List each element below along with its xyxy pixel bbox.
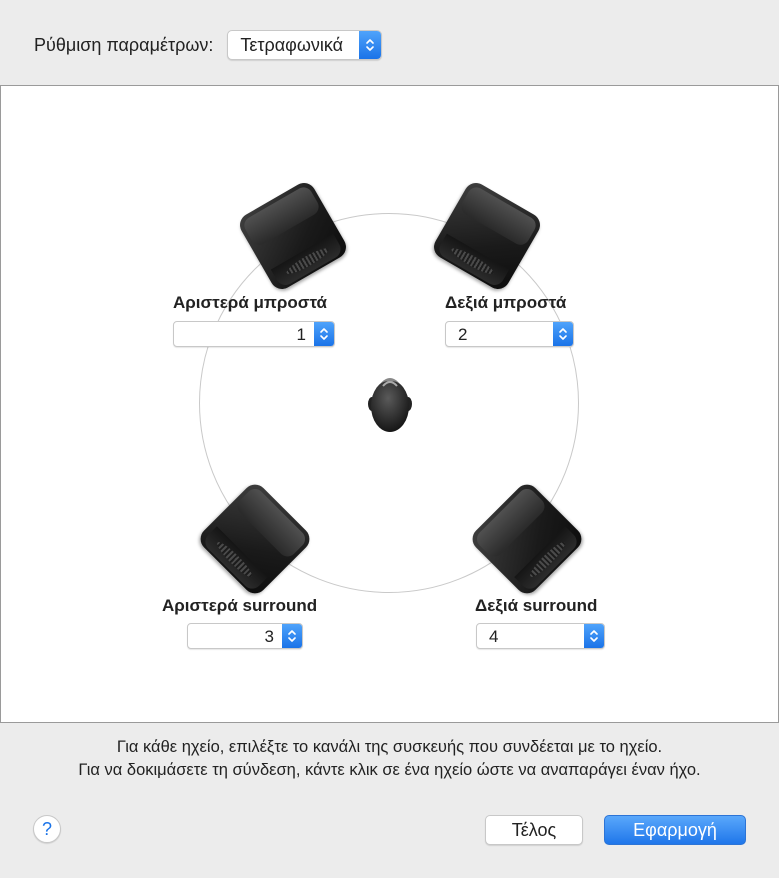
front-left-label: Αριστερά μπροστά <box>173 293 328 312</box>
updown-chevron-icon <box>282 624 302 648</box>
apply-button[interactable]: Εφαρμογή <box>604 815 746 845</box>
surround-right-channel-value: 4 <box>489 627 499 646</box>
listener-head-icon <box>367 374 413 439</box>
front-left-channel-value: 1 <box>296 325 306 344</box>
updown-chevron-icon <box>584 624 604 648</box>
done-button[interactable]: Τέλος <box>485 815 583 845</box>
surround-left-channel-select[interactable]: 3 <box>187 623 303 649</box>
speaker-layout-panel: Αριστερά μπροστά 1 Δεξιά μπροστά 2 Αριστ… <box>0 85 779 723</box>
updown-chevron-icon <box>553 322 573 346</box>
help-button[interactable]: ? <box>33 815 61 843</box>
surround-left-label: Αριστερά surround <box>162 596 318 615</box>
front-right-label: Δεξιά μπροστά <box>445 293 567 312</box>
surround-left-channel-value: 3 <box>264 627 274 646</box>
surround-right-channel-select[interactable]: 4 <box>476 623 605 649</box>
front-right-channel-select[interactable]: 2 <box>445 321 574 347</box>
instructions-text: Για κάθε ηχείο, επιλέξτε το κανάλι της σ… <box>0 736 779 782</box>
surround-right-label: Δεξιά surround <box>475 596 598 615</box>
configuration-popup[interactable]: Τετραφωνικά <box>227 30 383 60</box>
instructions-line-2: Για να δοκιμάσετε τη σύνδεση, κάντε κλικ… <box>78 761 701 779</box>
configuration-row: Ρύθμιση παραμέτρων: Τετραφωνικά <box>34 30 383 60</box>
updown-chevron-icon <box>359 31 382 59</box>
front-left-channel-select[interactable]: 1 <box>173 321 335 347</box>
front-right-channel-value: 2 <box>458 325 468 344</box>
configuration-label: Ρύθμιση παραμέτρων: <box>34 34 214 55</box>
instructions-line-1: Για κάθε ηχείο, επιλέξτε το κανάλι της σ… <box>116 738 663 756</box>
updown-chevron-icon <box>314 322 334 346</box>
